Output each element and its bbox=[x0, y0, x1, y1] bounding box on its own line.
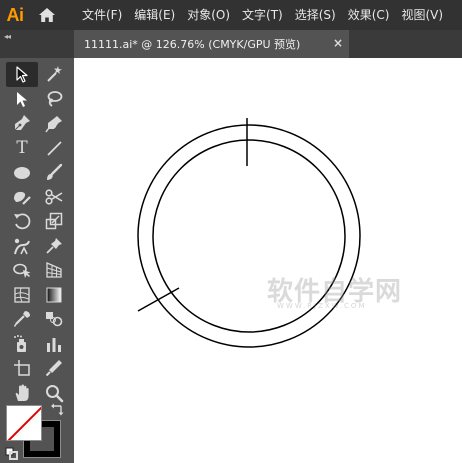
paintbrush-tool[interactable] bbox=[38, 160, 70, 185]
home-button[interactable] bbox=[30, 0, 64, 30]
symbol-sprayer-tool[interactable] bbox=[6, 332, 38, 357]
app-logo: Ai bbox=[0, 0, 30, 30]
menu-bar: Ai 文件(F) 编辑(E) 对象(O) 文字(T) 选择(S) 效果(C) 视… bbox=[0, 0, 462, 30]
home-icon bbox=[39, 8, 55, 22]
rotate-tool[interactable] bbox=[6, 209, 38, 234]
symbol-sprayer-icon bbox=[14, 334, 26, 352]
direct-selection-arrow-icon bbox=[17, 91, 27, 107]
ellipse-icon bbox=[14, 167, 30, 180]
swap-fill-stroke-icon[interactable] bbox=[50, 403, 64, 417]
menu-file[interactable]: 文件(F) bbox=[76, 0, 128, 30]
collapse-panel-icon[interactable]: ◂◂ bbox=[4, 32, 11, 41]
pin-tool[interactable] bbox=[38, 234, 70, 259]
pin-icon bbox=[46, 237, 62, 254]
menu-items: 文件(F) 编辑(E) 对象(O) 文字(T) 选择(S) 效果(C) 视图(V… bbox=[76, 0, 449, 30]
scale-icon bbox=[45, 213, 63, 230]
selection-arrow-icon bbox=[16, 66, 28, 83]
artboard-icon bbox=[14, 360, 30, 376]
rotate-icon bbox=[14, 213, 31, 230]
scale-tool[interactable] bbox=[38, 209, 70, 234]
document-tab-bar: ◂◂ 11111.ai* @ 126.76% (CMYK/GPU 预览) × bbox=[0, 30, 462, 58]
magic-wand-tool[interactable] bbox=[38, 62, 70, 87]
curvature-tool[interactable] bbox=[38, 111, 70, 136]
menu-object[interactable]: 对象(O) bbox=[181, 0, 236, 30]
menu-select[interactable]: 选择(S) bbox=[289, 0, 342, 30]
outer-circle-path[interactable] bbox=[137, 124, 361, 348]
magnifier-icon bbox=[46, 384, 64, 403]
mesh-icon bbox=[14, 287, 30, 303]
hand-icon bbox=[15, 384, 29, 401]
lower-left-line-segment[interactable] bbox=[137, 287, 180, 312]
fill-stroke-controls bbox=[4, 401, 70, 463]
no-fill-slash-icon bbox=[7, 406, 41, 440]
watermark-url: WWW.RJZXW.COM bbox=[277, 302, 367, 310]
pen-nib-icon bbox=[14, 115, 30, 131]
fill-swatch[interactable] bbox=[6, 405, 42, 441]
curvature-pen-icon bbox=[45, 116, 62, 133]
column-graph-icon bbox=[47, 337, 61, 352]
scissors-icon bbox=[45, 189, 63, 205]
puppet-warp-icon bbox=[14, 238, 30, 255]
direct-selection-tool[interactable] bbox=[6, 87, 38, 112]
default-fill-stroke-icon[interactable] bbox=[5, 447, 19, 461]
selection-tool[interactable] bbox=[6, 62, 38, 87]
blend-tool[interactable] bbox=[38, 307, 70, 332]
eyedropper-icon bbox=[13, 311, 30, 328]
shaper-icon bbox=[14, 191, 31, 205]
column-graph-tool[interactable] bbox=[38, 332, 70, 357]
artboard-canvas[interactable]: 软件自学网 WWW.RJZXW.COM bbox=[74, 58, 462, 463]
ellipse-tool[interactable] bbox=[6, 160, 38, 185]
type-t-icon: T bbox=[16, 137, 28, 158]
blend-icon bbox=[46, 312, 63, 327]
scissors-tool[interactable] bbox=[38, 185, 70, 210]
eyedropper-tool[interactable] bbox=[6, 307, 38, 332]
lasso-tool[interactable] bbox=[38, 87, 70, 112]
shape-builder-icon bbox=[13, 263, 31, 279]
pen-tool[interactable] bbox=[6, 111, 38, 136]
shaper-tool[interactable] bbox=[6, 185, 38, 210]
shape-builder-tool[interactable] bbox=[6, 258, 38, 283]
menu-edit[interactable]: 编辑(E) bbox=[128, 0, 181, 30]
perspective-grid-tool[interactable] bbox=[38, 258, 70, 283]
artwork bbox=[137, 118, 361, 348]
tools-panel: T bbox=[0, 58, 74, 463]
gradient-tool[interactable] bbox=[38, 283, 70, 308]
artboard-tool[interactable] bbox=[6, 356, 38, 381]
document-tab-label: 11111.ai* @ 126.76% (CMYK/GPU 预览) bbox=[84, 38, 301, 51]
magic-wand-icon bbox=[47, 66, 62, 82]
perspective-grid-icon bbox=[46, 262, 62, 278]
document-tab[interactable]: 11111.ai* @ 126.76% (CMYK/GPU 预览) × bbox=[74, 30, 349, 58]
menu-effect[interactable]: 效果(C) bbox=[342, 0, 396, 30]
menu-type[interactable]: 文字(T) bbox=[236, 0, 289, 30]
line-segment-tool[interactable] bbox=[38, 136, 70, 161]
paintbrush-icon bbox=[47, 164, 63, 181]
slice-knife-icon bbox=[45, 360, 62, 377]
line-segment-icon bbox=[47, 141, 62, 156]
tool-grid: T bbox=[6, 62, 70, 405]
puppet-warp-tool[interactable] bbox=[6, 234, 38, 259]
type-tool[interactable]: T bbox=[6, 136, 38, 161]
close-tab-button[interactable]: × bbox=[333, 36, 343, 50]
lasso-icon bbox=[47, 90, 63, 107]
gradient-icon bbox=[46, 287, 62, 303]
slice-tool[interactable] bbox=[38, 356, 70, 381]
menu-view[interactable]: 视图(V) bbox=[395, 0, 449, 30]
mesh-tool[interactable] bbox=[6, 283, 38, 308]
